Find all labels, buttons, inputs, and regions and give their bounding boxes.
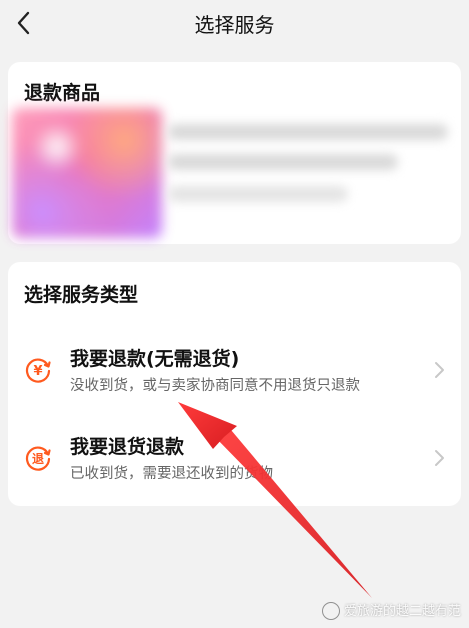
svg-text:退: 退 [32, 452, 44, 466]
chevron-right-icon [435, 362, 444, 378]
product-name-blurred [168, 124, 448, 140]
product-spec-blurred [168, 186, 348, 202]
refund-only-title: 我要退款(无需退货) [70, 348, 240, 370]
return-and-refund-title: 我要退货退款 [70, 436, 185, 458]
navigation-bar: 选择服务 [0, 0, 469, 46]
refund-only-description: 没收到货，或与卖家协商同意不用退货只退款 [70, 378, 360, 394]
product-name-blurred-2 [168, 154, 398, 170]
return-and-refund-description: 已收到货，需要退还收到的货物 [70, 466, 273, 482]
watermark: 爱旅游的越二越有范 [321, 600, 461, 620]
service-type-title: 选择服务类型 [24, 284, 139, 306]
product-thumbnail[interactable] [12, 108, 162, 238]
page-title: 选择服务 [194, 13, 275, 37]
chevron-right-icon [435, 450, 444, 466]
return-icon: 退 [25, 446, 51, 471]
svg-text:¥: ¥ [33, 364, 42, 379]
refund-only-option[interactable]: ¥ 我要退款(无需退货) 没收到货，或与卖家协商同意不用退货只退款 [8, 334, 461, 414]
service-type-card: 选择服务类型 ¥ 我要退款(无需退货) 没收到货，或与卖家协商同意不用退货只退款… [8, 262, 461, 506]
refund-goods-title: 退款商品 [24, 82, 101, 104]
refund-goods-card: 退款商品 [8, 62, 461, 244]
return-and-refund-option[interactable]: 退 我要退货退款 已收到货，需要退还收到的货物 [8, 422, 461, 502]
yuan-refund-icon: ¥ [25, 358, 51, 383]
watermark-logo-icon [321, 602, 340, 620]
watermark-text: 爱旅游的越二越有范 [343, 603, 461, 619]
